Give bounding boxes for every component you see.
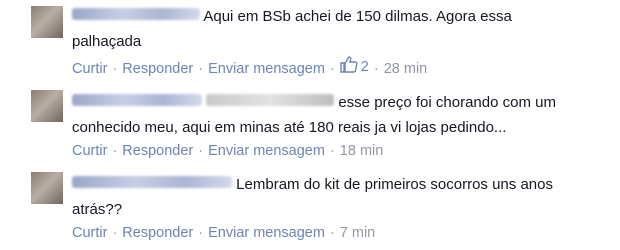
separator: · bbox=[198, 143, 204, 159]
separator: · bbox=[329, 143, 335, 159]
reply-link[interactable]: Responder bbox=[122, 143, 193, 159]
author-name[interactable] bbox=[72, 94, 202, 106]
comment-list: Aqui em BSb achei de 150 dilmas. Agora e… bbox=[0, 0, 620, 250]
like-link[interactable]: Curtir bbox=[72, 143, 107, 159]
send-message-link[interactable]: Enviar mensagem bbox=[208, 225, 325, 241]
like-count-value: 2 bbox=[360, 59, 369, 75]
separator: · bbox=[329, 225, 335, 241]
send-message-link[interactable]: Enviar mensagem bbox=[208, 143, 325, 159]
separator: · bbox=[198, 61, 204, 77]
separator: · bbox=[373, 61, 379, 77]
comment-actions: Curtir · Responder · Enviar mensagem · 18 min bbox=[72, 142, 580, 160]
comment-content: Lembram do kit de primeiros socorros uns… bbox=[72, 172, 580, 222]
send-message-link[interactable]: Enviar mensagem bbox=[208, 61, 325, 77]
like-link[interactable]: Curtir bbox=[72, 61, 107, 77]
reply-link[interactable]: Responder bbox=[122, 225, 193, 241]
author-name[interactable] bbox=[72, 8, 200, 20]
timestamp[interactable]: 18 min bbox=[340, 143, 384, 159]
timestamp[interactable]: 28 min bbox=[384, 61, 428, 77]
separator: · bbox=[329, 61, 335, 77]
separator: · bbox=[198, 225, 204, 241]
comment-content: Aqui em BSb achei de 150 dilmas. Agora e… bbox=[72, 4, 580, 54]
author-name[interactable] bbox=[72, 176, 232, 188]
avatar[interactable] bbox=[31, 172, 63, 204]
avatar[interactable] bbox=[31, 6, 63, 38]
author-name-extra bbox=[206, 94, 335, 106]
separator: · bbox=[112, 143, 118, 159]
separator: · bbox=[112, 61, 118, 77]
comment-actions: Curtir · Responder · Enviar mensagem · 2 · 28 mi… bbox=[72, 56, 580, 78]
like-link[interactable]: Curtir bbox=[72, 225, 107, 241]
reply-link[interactable]: Responder bbox=[122, 61, 193, 77]
thumbs-up-icon bbox=[340, 56, 361, 78]
timestamp[interactable]: 7 min bbox=[340, 225, 375, 241]
avatar[interactable] bbox=[31, 90, 63, 122]
like-count[interactable]: 2 bbox=[340, 56, 369, 78]
comment-content: esse preço foi chorando com um conhecido… bbox=[72, 90, 580, 140]
separator: · bbox=[112, 225, 118, 241]
comment-actions: Curtir · Responder · Enviar mensagem · 7 min bbox=[72, 224, 580, 242]
